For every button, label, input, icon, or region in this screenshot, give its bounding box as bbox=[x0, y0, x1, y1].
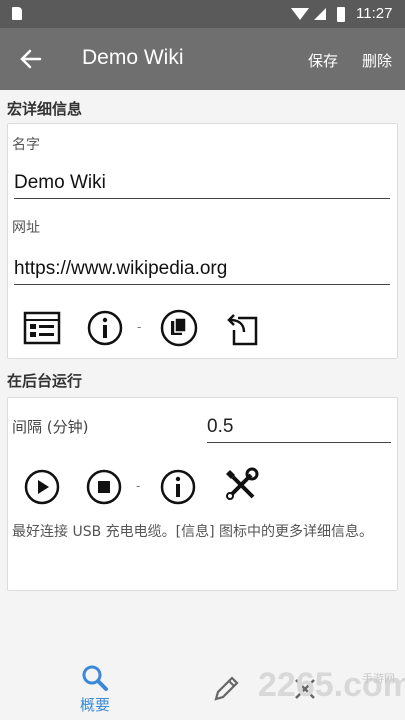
background-card: 间隔 (分钟) 0.5 - 最好连接 USB 充电电缆。[信息] 图标中的更多详… bbox=[7, 397, 398, 591]
section-title-background: 在后台运行 bbox=[7, 372, 83, 390]
battery-icon bbox=[337, 7, 345, 22]
url-label: 网址 bbox=[12, 220, 40, 236]
separator: - bbox=[137, 320, 142, 334]
tools-icon[interactable] bbox=[221, 465, 261, 505]
pencil-icon bbox=[211, 674, 241, 704]
play-icon[interactable] bbox=[22, 467, 62, 507]
nav-overview-label: 概要 bbox=[79, 696, 110, 714]
nav-edit[interactable] bbox=[185, 656, 265, 720]
back-arrow-icon[interactable] bbox=[14, 44, 48, 74]
url-field[interactable]: https://www.wikipedia.org bbox=[14, 258, 390, 285]
separator: - bbox=[136, 479, 141, 493]
stop-icon[interactable] bbox=[84, 467, 124, 507]
delete-button[interactable]: 删除 bbox=[362, 50, 392, 71]
nav-overview[interactable]: 概要 bbox=[55, 656, 135, 720]
status-time: 11:27 bbox=[356, 5, 393, 22]
sd-card-icon bbox=[12, 7, 22, 20]
name-label: 名字 bbox=[12, 137, 40, 153]
page-title: Demo Wiki bbox=[82, 46, 184, 69]
wifi-icon bbox=[291, 8, 309, 20]
details-card: 名字 Demo Wiki 网址 https://www.wikipedia.or… bbox=[7, 123, 398, 359]
info-icon[interactable] bbox=[158, 467, 198, 507]
info-icon[interactable] bbox=[85, 308, 125, 348]
copy-icon[interactable] bbox=[159, 308, 199, 348]
section-title-details: 宏详细信息 bbox=[7, 100, 83, 118]
name-field[interactable]: Demo Wiki bbox=[14, 172, 390, 199]
list-icon[interactable] bbox=[22, 308, 62, 348]
signal-icon bbox=[314, 8, 326, 20]
share-icon[interactable] bbox=[222, 308, 262, 348]
interval-field[interactable]: 0.5 bbox=[207, 416, 391, 443]
search-icon bbox=[81, 664, 109, 692]
interval-label: 间隔 (分钟) bbox=[12, 418, 89, 436]
watermark-text: 手游网 bbox=[362, 672, 395, 685]
status-bar: 11:27 bbox=[0, 0, 405, 28]
save-button[interactable]: 保存 bbox=[308, 50, 338, 71]
info-text: 最好连接 USB 充电电缆。[信息] 图标中的更多详细信息。 bbox=[12, 524, 374, 540]
app-bar: Demo Wiki 保存 删除 bbox=[0, 28, 405, 90]
